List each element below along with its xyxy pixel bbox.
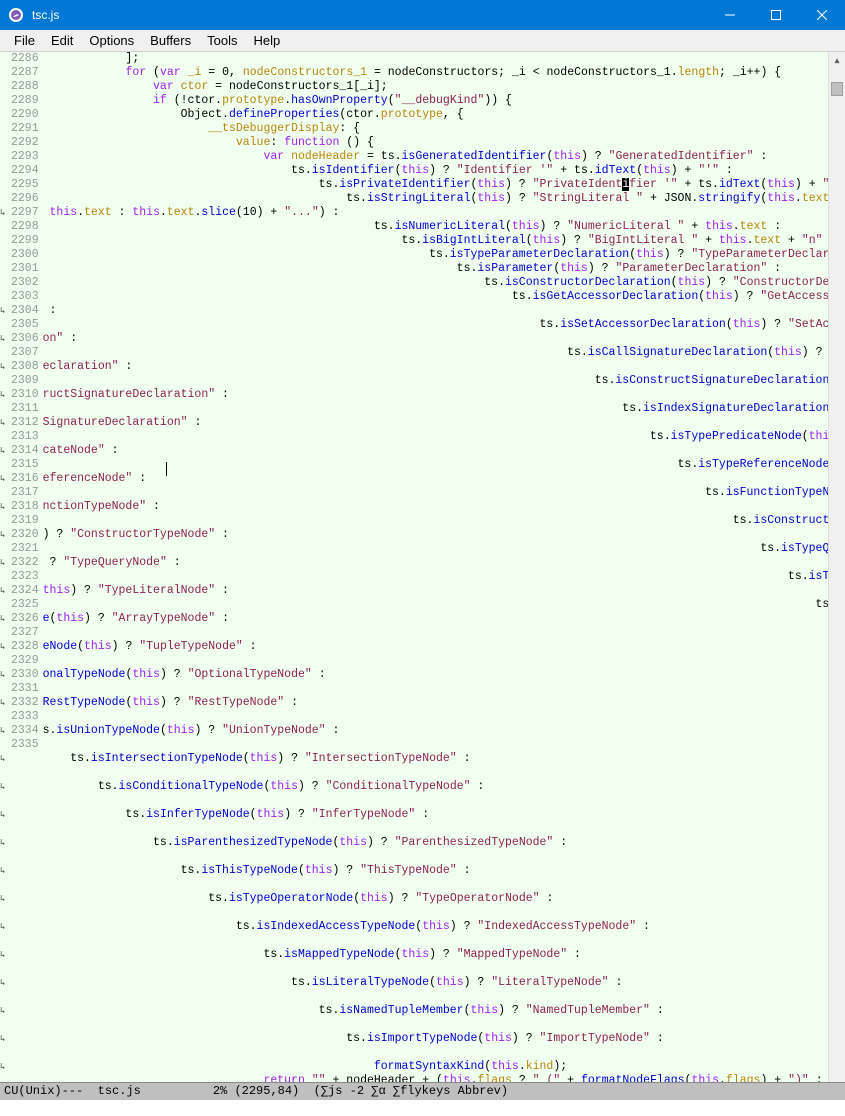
- code-line[interactable]: for (var _i = 0, nodeConstructors_1 = no…: [43, 66, 828, 80]
- code-line[interactable]: ts.isPrivateIdentifier(this) ? "PrivateI…: [43, 178, 828, 192]
- code-line[interactable]: __tsDebuggerDisplay: {: [43, 122, 828, 136]
- line-number-gutter: 2286228722882289229022912292229322942295…: [9, 52, 43, 1082]
- code-line[interactable]: formatSyntaxKind(this.kind);: [43, 1060, 828, 1074]
- code-line[interactable]: [43, 1046, 828, 1060]
- code-line[interactable]: ructSignatureDeclaration" :: [43, 388, 828, 402]
- code-line[interactable]: value: function () {: [43, 136, 828, 150]
- code-line[interactable]: [43, 934, 828, 948]
- code-line[interactable]: ts.isMappedTypeNode(this) ? "MappedTypeN…: [43, 948, 828, 962]
- code-line[interactable]: ts.is: [43, 682, 828, 696]
- vertical-scrollbar[interactable]: ▴: [828, 52, 845, 1082]
- menu-item-tools[interactable]: Tools: [199, 33, 245, 48]
- code-line[interactable]: [43, 906, 828, 920]
- text-cursor-caret: [166, 462, 167, 476]
- code-line[interactable]: eferenceNode" :: [43, 472, 828, 486]
- code-line[interactable]: nctionTypeNode" :: [43, 500, 828, 514]
- left-fringe: ↳ ↳ ↳ ↳ ↳ ↳ ↳ ↳ ↳ ↳ ↳ ↳ ↳ ↳ ↳ ↳ ↳ ↳ ↳ ↳ …: [0, 52, 9, 1082]
- menu-item-file[interactable]: File: [6, 33, 43, 48]
- code-line[interactable]: cateNode" :: [43, 444, 828, 458]
- code-line[interactable]: t: [43, 710, 828, 724]
- code-line[interactable]: [43, 878, 828, 892]
- code-line[interactable]: e(this) ? "ArrayTypeNode" :: [43, 612, 828, 626]
- scroll-up-arrow[interactable]: ▴: [829, 52, 845, 69]
- code-line[interactable]: ts.isThisTypeNode(this) ? "ThisTypeNode"…: [43, 864, 828, 878]
- code-line[interactable]: on" :: [43, 332, 828, 346]
- code-line[interactable]: ts.isConditionalTypeNode(this) ? "Condit…: [43, 780, 828, 794]
- code-line[interactable]: [43, 794, 828, 808]
- code-line[interactable]: ) ? "ConstructorTypeNode" :: [43, 528, 828, 542]
- window-maximize-button[interactable]: [753, 0, 799, 30]
- code-line[interactable]: ts.isTypeOperatorNode(this) ? "TypeOpera…: [43, 892, 828, 906]
- code-line[interactable]: ts.isStringLiteral(this) ? "StringLitera…: [43, 192, 828, 206]
- code-line[interactable]: ts.isFunctionTypeNode(this) ? "Fu: [43, 486, 828, 500]
- code-line[interactable]: ts.isTypeLiteralNode(: [43, 570, 828, 584]
- code-line[interactable]: SignatureDeclaration" :: [43, 416, 828, 430]
- code-line[interactable]: [43, 962, 828, 976]
- code-line[interactable]: ts.isInferTypeNode(this) ? "InferTypeNod…: [43, 808, 828, 822]
- code-line[interactable]: ts.isLiteralTypeNode(this) ? "LiteralTyp…: [43, 976, 828, 990]
- window-close-button[interactable]: [799, 0, 845, 30]
- code-line[interactable]: this) ? "TypeLiteralNode" :: [43, 584, 828, 598]
- code-line[interactable]: ts.isTypeReferenceNode(this) ? "TypeR: [43, 458, 828, 472]
- code-line[interactable]: ts.isTypeParameterDeclaration(this) ? "T…: [43, 248, 828, 262]
- menu-item-buffers[interactable]: Buffers: [142, 33, 199, 48]
- code-line[interactable]: ts.isGetAccessorDeclaration(this) ? "Get…: [43, 290, 828, 304]
- code-line[interactable]: [43, 1018, 828, 1032]
- code-line[interactable]: ts.isConstructorTypeNode(this: [43, 514, 828, 528]
- code-line[interactable]: ts.isParenthesizedTypeNode(this) ? "Pare…: [43, 836, 828, 850]
- code-line[interactable]: ts.isConstructorDeclaration(this) ? "Con…: [43, 276, 828, 290]
- code-line[interactable]: eNode(this) ? "TupleTypeNode" :: [43, 640, 828, 654]
- code-line[interactable]: ts.isCallSignatureDeclaration(this) ? "C…: [43, 346, 828, 360]
- code-line[interactable]: var nodeHeader = ts.isGeneratedIdentifie…: [43, 150, 828, 164]
- mode-line: CU(Unix)--- tsc.js 2% (2295,84) (∑js -2 …: [0, 1082, 845, 1100]
- code-line[interactable]: Object.defineProperties(ctor.prototype, …: [43, 108, 828, 122]
- window-titlebar: tsc.js: [0, 0, 845, 30]
- code-buffer[interactable]: ]; for (var _i = 0, nodeConstructors_1 =…: [43, 52, 828, 1082]
- code-line[interactable]: RestTypeNode(this) ? "RestTypeNode" :: [43, 696, 828, 710]
- code-line[interactable]: ts.isIndexSignatureDeclaration(this) ? "…: [43, 402, 828, 416]
- code-line[interactable]: ts.isConstructSignatureDeclaration(this)…: [43, 374, 828, 388]
- window-minimize-button[interactable]: [707, 0, 753, 30]
- code-line[interactable]: ? "TypeQueryNode" :: [43, 556, 828, 570]
- code-line[interactable]: [43, 766, 828, 780]
- minibuffer[interactable]: [0, 1100, 845, 1116]
- window-title: tsc.js: [32, 8, 707, 22]
- menu-item-help[interactable]: Help: [245, 33, 288, 48]
- code-line[interactable]: s.isUnionTypeNode(this) ? "UnionTypeNode…: [43, 724, 828, 738]
- code-line[interactable]: ts.isOpti: [43, 654, 828, 668]
- code-line[interactable]: onalTypeNode(this) ? "OptionalTypeNode" …: [43, 668, 828, 682]
- code-line[interactable]: [43, 850, 828, 864]
- code-line[interactable]: ts.isIdentifier(this) ? "Identifier '" +…: [43, 164, 828, 178]
- code-line[interactable]: ts.isIndexedAccessTypeNode(this) ? "Inde…: [43, 920, 828, 934]
- code-line[interactable]: var ctor = nodeConstructors_1[_i];: [43, 80, 828, 94]
- menu-item-edit[interactable]: Edit: [43, 33, 81, 48]
- code-line[interactable]: :: [43, 304, 828, 318]
- code-line[interactable]: ts.isTupleTyp: [43, 626, 828, 640]
- code-line[interactable]: ts.isBigIntLiteral(this) ? "BigIntLitera…: [43, 234, 828, 248]
- code-line[interactable]: ts.isTypeQueryNode(this): [43, 542, 828, 556]
- menu-item-options[interactable]: Options: [81, 33, 142, 48]
- emacs-app-icon: [8, 7, 24, 23]
- code-line[interactable]: ts.isNumericLiteral(this) ? "NumericLite…: [43, 220, 828, 234]
- code-line[interactable]: ts.isIntersectionTypeNode(this) ? "Inter…: [43, 752, 828, 766]
- code-line[interactable]: if (!ctor.prototype.hasOwnProperty("__de…: [43, 94, 828, 108]
- code-line[interactable]: ts.isArrayTypeNod: [43, 598, 828, 612]
- code-line[interactable]: ts.isNamedTupleMember(this) ? "NamedTupl…: [43, 1004, 828, 1018]
- code-line[interactable]: this.text : this.text.slice(10) + "...")…: [43, 206, 828, 220]
- code-line[interactable]: [43, 822, 828, 836]
- menu-bar: FileEditOptionsBuffersToolsHelp: [0, 30, 845, 52]
- code-line[interactable]: ts.isImportTypeNode(this) ? "ImportTypeN…: [43, 1032, 828, 1046]
- editor-area[interactable]: ↳ ↳ ↳ ↳ ↳ ↳ ↳ ↳ ↳ ↳ ↳ ↳ ↳ ↳ ↳ ↳ ↳ ↳ ↳ ↳ …: [0, 52, 845, 1082]
- code-line[interactable]: return "" + nodeHeader + (this.flags ? "…: [43, 1074, 828, 1082]
- code-line[interactable]: ];: [43, 52, 828, 66]
- code-line[interactable]: [43, 990, 828, 1004]
- code-line[interactable]: ts.isTypePredicateNode(this) ? "TypePred…: [43, 430, 828, 444]
- code-line[interactable]: eclaration" :: [43, 360, 828, 374]
- scrollbar-thumb[interactable]: [831, 82, 843, 96]
- code-line[interactable]: [43, 738, 828, 752]
- code-line[interactable]: ts.isParameter(this) ? "ParameterDeclara…: [43, 262, 828, 276]
- code-line[interactable]: ts.isSetAccessorDeclaration(this) ? "Set…: [43, 318, 828, 332]
